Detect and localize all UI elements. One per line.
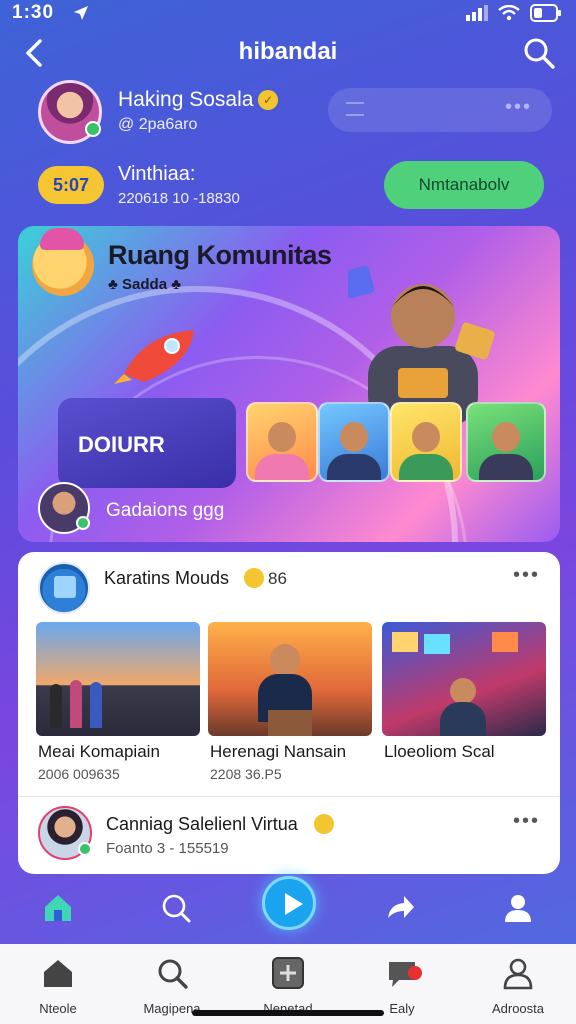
profile-icon [503,958,533,990]
card-count: 86 [268,569,287,588]
tab-chat[interactable]: Ealy [352,956,452,1016]
tile-date: 2006 009635 [38,766,120,782]
card-more-button[interactable]: ••• [513,564,540,587]
signal-icon [466,5,488,21]
event-title: Vinthiaa: [118,163,196,185]
event-time: 220618 10 -18830 [118,190,240,207]
tile-date: 2208 36.P5 [210,766,282,782]
video-tile[interactable] [36,622,200,736]
wifi-icon [498,5,520,21]
banner-host-avatar[interactable] [38,482,90,534]
profile-handle: @ 2pa6aro [118,116,198,133]
tab-create[interactable]: Nenetad [238,956,338,1016]
profile-options-pill[interactable]: ••• [328,88,552,132]
divider [18,796,560,797]
cartoon-mascot [32,228,94,296]
post-subtitle: Foanto 3 - 155519 [106,840,229,857]
post-more-button[interactable]: ••• [513,810,540,833]
page-title: hibandai [238,38,338,65]
status-icons [466,4,562,22]
banner-subtitle: ♣ Sadda ♣ [108,276,181,293]
banner-subtitle-text: Sadda [122,276,168,293]
host-illustration [348,265,495,426]
verified-badge-icon: ✓ [258,90,278,110]
participant-thumb[interactable] [390,402,462,482]
group-icon-end: ♣ [167,276,182,293]
community-banner[interactable]: Ruang Komunitas ♣ Sadda ♣ DOIURR Gadaion… [18,226,560,542]
rocket-icon [114,330,194,384]
feed-card: Karatins Mouds 86 ••• Meai Komapiain 200… [18,552,560,874]
post-title: Canniag Salelienl Virtua [106,814,298,834]
search-button[interactable] [522,36,556,70]
tab-label: Nteole [39,1001,77,1016]
home-icon[interactable] [42,892,74,924]
coin-badge-icon [244,568,264,588]
channel-avatar[interactable] [38,562,90,614]
battery-icon [530,4,561,22]
participant-thumb[interactable] [466,402,546,482]
more-icon: ••• [504,96,532,118]
event-action-button[interactable]: Nmtanabolv [384,161,544,209]
profile-avatar[interactable] [38,80,102,144]
profile-name: Haking Sosala [118,88,254,111]
tile-title: Meai Komapiain [38,742,160,761]
home-indicator [192,1010,384,1016]
group-icon: ♣ [108,276,123,293]
video-tile[interactable] [382,622,546,736]
tile-title: Lloeoliom Scal [384,742,495,761]
search-icon [158,959,188,989]
card-title: Karatins Mouds [104,568,230,588]
location-icon [74,6,88,20]
tab-search[interactable]: Magipena [122,956,222,1016]
menu-lines-icon [346,102,364,116]
tab-label: Adroosta [491,1001,545,1016]
search-icon[interactable] [160,892,192,924]
banner-caption: Gadaions ggg [106,500,225,521]
home-icon [44,960,72,987]
coin-badge-icon [314,814,334,834]
notification-badge [408,966,422,980]
play-button[interactable] [262,876,316,930]
tile-title: Herenagi Nansain [210,742,347,761]
tab-profile[interactable]: Adroosta [468,956,568,1016]
status-bar: 1:30 [0,0,576,28]
video-preview-label: DOIURR [78,432,165,457]
status-time: 1:30 [12,2,55,23]
tab-home[interactable]: Nteole [8,956,108,1016]
share-icon[interactable] [384,892,416,924]
event-badge: 5:07 [38,166,104,204]
play-icon [285,893,303,915]
banner-title: Ruang Komunitas [108,240,332,270]
profile-icon[interactable] [502,892,534,924]
grid-icon [272,957,304,989]
video-tile[interactable] [208,622,372,736]
participant-thumb[interactable] [246,402,318,482]
online-indicator [85,121,101,137]
participant-thumb[interactable] [318,402,390,482]
post-author-avatar[interactable] [38,806,92,860]
